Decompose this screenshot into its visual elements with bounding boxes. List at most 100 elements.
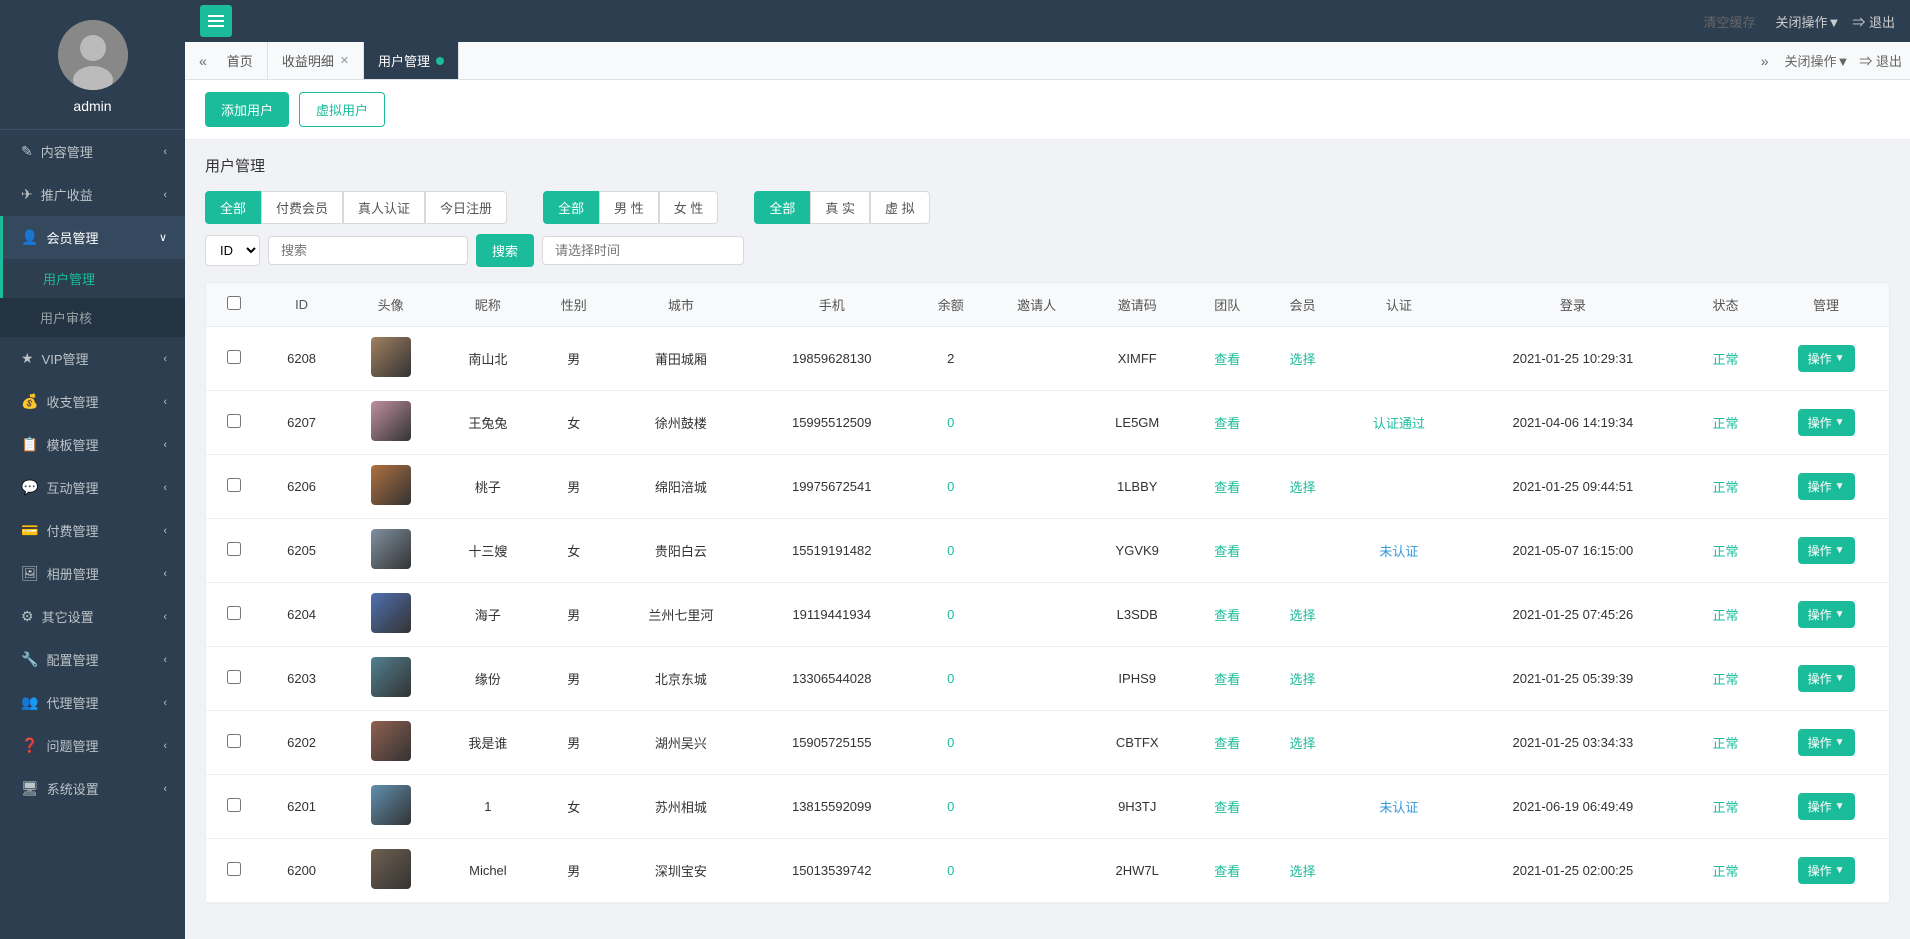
vip-select[interactable]: 选择 [1289,608,1315,623]
vip-select[interactable]: 选择 [1289,672,1315,687]
vip-select[interactable]: 选择 [1289,480,1315,495]
row-vip[interactable]: 选择 [1265,839,1340,903]
row-select-checkbox[interactable] [227,606,241,620]
search-field-select[interactable]: ID [205,235,260,266]
row-team[interactable]: 查看 [1190,839,1265,903]
vip-select[interactable]: 选择 [1289,864,1315,879]
exit-button[interactable]: ⇒ 退出 [1852,12,1895,31]
clear-cache-button[interactable]: 清空缓存 [1695,8,1763,35]
op-button[interactable]: 操作▼ [1798,537,1855,564]
op-button[interactable]: 操作▼ [1798,409,1855,436]
sidebar-item-user-review[interactable]: 用户审核 [0,298,185,337]
filter-real[interactable]: 真 实 [810,191,870,224]
row-vip[interactable]: 选择 [1265,583,1340,647]
op-button[interactable]: 操作▼ [1798,473,1855,500]
tab-prev-button[interactable]: « [193,49,213,73]
sidebar-item-user-manage[interactable]: 用户管理 [0,259,185,298]
op-button[interactable]: 操作▼ [1798,665,1855,692]
row-vip[interactable]: 选择 [1265,711,1340,775]
filter-real-cert[interactable]: 真人认证 [343,191,425,224]
tab-home[interactable]: 首页 [213,42,268,79]
team-link[interactable]: 查看 [1214,352,1240,367]
row-select-checkbox[interactable] [227,862,241,876]
filter-male[interactable]: 男 性 [599,191,659,224]
sidebar-item-album[interactable]: 🖼 相册管理 ‹ [0,552,185,595]
exit-tab-button[interactable]: ⇒ 退出 [1859,51,1902,70]
row-op[interactable]: 操作▼ [1763,583,1889,647]
team-link[interactable]: 查看 [1214,544,1240,559]
row-team[interactable]: 查看 [1190,455,1265,519]
sidebar-item-payment[interactable]: 💳 付费管理 ‹ [0,509,185,552]
row-vip[interactable]: 选择 [1265,647,1340,711]
sidebar-item-other[interactable]: ⚙ 其它设置 ‹ [0,595,185,638]
search-input[interactable] [268,236,468,265]
row-vip[interactable]: 选择 [1265,327,1340,391]
row-op[interactable]: 操作▼ [1763,391,1889,455]
filter-all-1[interactable]: 全部 [205,191,261,224]
row-op[interactable]: 操作▼ [1763,711,1889,775]
tab-user-manage[interactable]: 用户管理 [364,42,459,79]
row-op[interactable]: 操作▼ [1763,455,1889,519]
op-button[interactable]: 操作▼ [1798,601,1855,628]
team-link[interactable]: 查看 [1214,864,1240,879]
row-select-checkbox[interactable] [227,542,241,556]
sidebar-item-vip[interactable]: ★ VIP管理 ‹ [0,337,185,380]
row-select-checkbox[interactable] [227,798,241,812]
filter-today-reg[interactable]: 今日注册 [425,191,507,224]
close-ops-tab-button[interactable]: 关闭操作▼ [1785,51,1850,70]
row-team[interactable]: 查看 [1190,583,1265,647]
sidebar-item-interact[interactable]: 💬 互动管理 ‹ [0,466,185,509]
row-vip[interactable] [1265,391,1340,455]
hamburger-button[interactable] [200,5,232,37]
row-select-checkbox[interactable] [227,734,241,748]
filter-female[interactable]: 女 性 [659,191,719,224]
row-op[interactable]: 操作▼ [1763,327,1889,391]
row-team[interactable]: 查看 [1190,519,1265,583]
row-team[interactable]: 查看 [1190,327,1265,391]
filter-all-3[interactable]: 全部 [754,191,810,224]
filter-paid-member[interactable]: 付费会员 [261,191,343,224]
sidebar-item-revenue[interactable]: 💰 收支管理 ‹ [0,380,185,423]
row-team[interactable]: 查看 [1190,391,1265,455]
sidebar-item-agent[interactable]: 👥 代理管理 ‹ [0,681,185,724]
team-link[interactable]: 查看 [1214,416,1240,431]
row-select-checkbox[interactable] [227,670,241,684]
row-team[interactable]: 查看 [1190,775,1265,839]
sidebar-item-content[interactable]: ✎ 内容管理 ‹ [0,130,185,173]
sidebar-item-issue[interactable]: ❓ 问题管理 ‹ [0,724,185,767]
row-vip[interactable]: 选择 [1265,455,1340,519]
row-team[interactable]: 查看 [1190,647,1265,711]
select-all-checkbox[interactable] [227,296,241,310]
team-link[interactable]: 查看 [1214,736,1240,751]
sidebar-item-config[interactable]: 🔧 配置管理 ‹ [0,638,185,681]
row-op[interactable]: 操作▼ [1763,839,1889,903]
row-select-checkbox[interactable] [227,414,241,428]
op-button[interactable]: 操作▼ [1798,729,1855,756]
vip-select[interactable]: 选择 [1289,736,1315,751]
sidebar-item-promo[interactable]: ✈ 推广收益 ‹ [0,173,185,216]
sidebar-item-system[interactable]: 🖥 系统设置 ‹ [0,767,185,810]
virtual-user-button[interactable]: 虚拟用户 [299,92,385,127]
row-vip[interactable] [1265,519,1340,583]
team-link[interactable]: 查看 [1214,800,1240,815]
add-user-button[interactable]: 添加用户 [205,92,289,127]
op-button[interactable]: 操作▼ [1798,857,1855,884]
row-select-checkbox[interactable] [227,478,241,492]
team-link[interactable]: 查看 [1214,672,1240,687]
team-link[interactable]: 查看 [1214,480,1240,495]
vip-select[interactable]: 选择 [1289,352,1315,367]
search-button[interactable]: 搜索 [476,234,534,267]
row-op[interactable]: 操作▼ [1763,775,1889,839]
date-picker[interactable] [542,236,744,265]
tab-earnings-close[interactable]: ✕ [340,54,349,67]
filter-virtual[interactable]: 虚 拟 [870,191,930,224]
close-ops-button[interactable]: 关闭操作▼ [1775,12,1840,31]
op-button[interactable]: 操作▼ [1798,345,1855,372]
row-select-checkbox[interactable] [227,350,241,364]
tab-earnings[interactable]: 收益明细 ✕ [268,42,364,79]
team-link[interactable]: 查看 [1214,608,1240,623]
tab-next-button[interactable]: » [1755,49,1775,73]
sidebar-item-member[interactable]: 👤 会员管理 ∨ [0,216,185,259]
row-vip[interactable] [1265,775,1340,839]
op-button[interactable]: 操作▼ [1798,793,1855,820]
